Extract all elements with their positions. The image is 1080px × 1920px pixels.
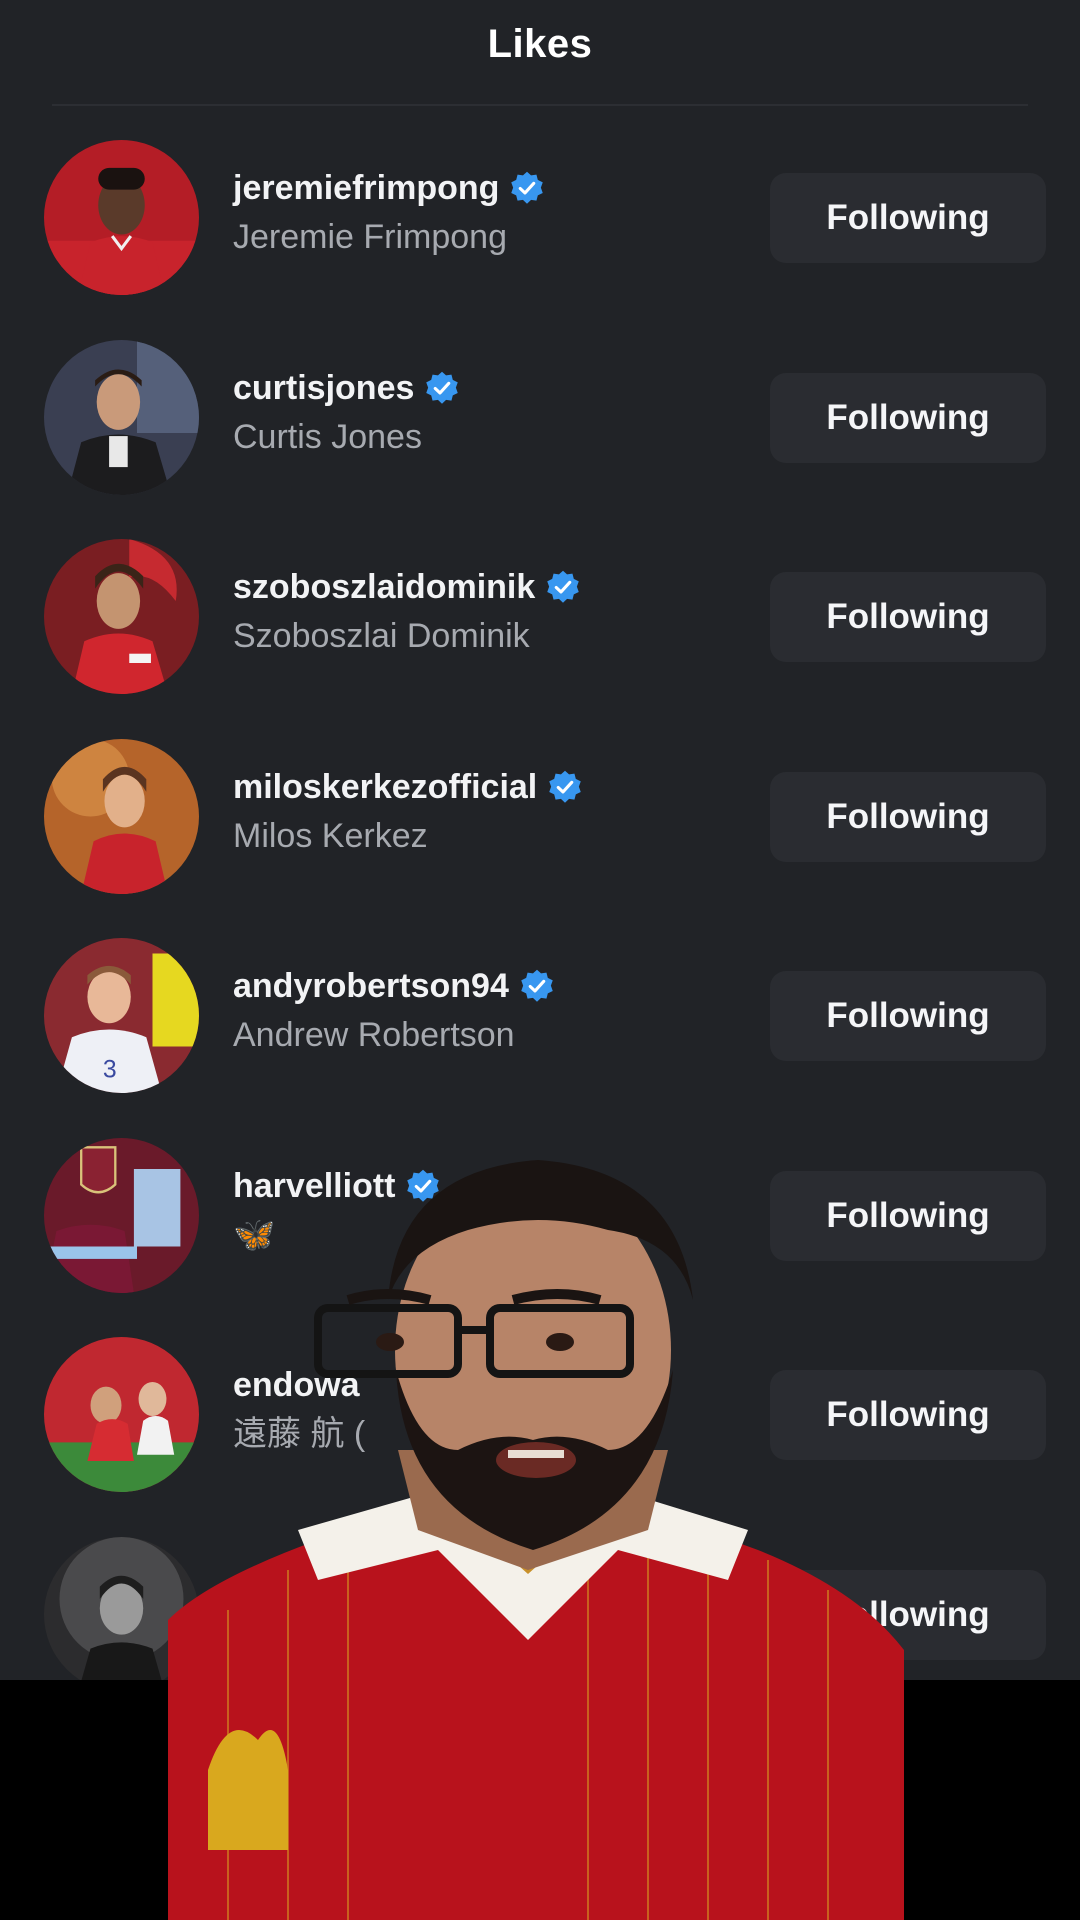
header: Likes xyxy=(0,0,1080,100)
user-names: andyrobertson94 Andrew Robertson xyxy=(233,965,555,1056)
list-item[interactable]: miloskerkezofficial Milos Kerkez Followi… xyxy=(0,736,1080,936)
username[interactable]: jeremiefrimpong xyxy=(233,167,499,209)
following-button[interactable]: Following xyxy=(770,372,1046,463)
following-button[interactable]: Following xyxy=(770,173,1046,263)
verified-badge-icon xyxy=(424,370,460,406)
following-button[interactable]: Following xyxy=(770,971,1046,1061)
full-name: Curtis Jones xyxy=(233,417,422,456)
full-name: Milos Kerkez xyxy=(233,816,428,855)
verified-badge-icon xyxy=(545,569,581,605)
avatar[interactable] xyxy=(44,339,199,495)
following-button[interactable]: Following xyxy=(770,572,1046,662)
full-name: Szoboszlai Dominik xyxy=(233,617,530,655)
avatar[interactable] xyxy=(44,738,199,894)
following-button[interactable]: Following xyxy=(770,771,1046,862)
list-item[interactable]: jeremiefrimpong Jeremie Frimpong Followi… xyxy=(0,137,1080,337)
svg-text:3: 3 xyxy=(103,1057,117,1084)
avatar[interactable] xyxy=(44,140,199,295)
full-name: Jeremie Frimpong xyxy=(233,218,507,256)
user-names: curtisjones Curtis Jones xyxy=(233,367,460,458)
person-overlay-icon xyxy=(168,1150,904,1920)
list-item[interactable]: curtisjones Curtis Jones Following xyxy=(0,337,1080,537)
username[interactable]: curtisjones xyxy=(233,367,414,409)
username[interactable]: szoboszlaidominik xyxy=(233,566,535,608)
full-name: Andrew Robertson xyxy=(233,1016,515,1054)
page-title: Likes xyxy=(487,21,593,66)
username[interactable]: andyrobertson94 xyxy=(233,965,509,1007)
user-names: jeremiefrimpong Jeremie Frimpong xyxy=(233,167,545,258)
user-names: miloskerkezofficial Milos Kerkez xyxy=(233,766,583,857)
list-item[interactable]: szoboszlaidominik Szoboszlai Dominik Fol… xyxy=(0,536,1080,736)
verified-badge-icon xyxy=(547,769,583,805)
user-names: szoboszlaidominik Szoboszlai Dominik xyxy=(233,566,581,657)
verified-badge-icon xyxy=(509,170,545,206)
avatar[interactable] xyxy=(44,539,199,694)
header-divider xyxy=(52,104,1028,106)
avatar[interactable]: 3 xyxy=(44,938,199,1093)
username[interactable]: miloskerkezofficial xyxy=(233,766,537,808)
list-item[interactable]: 3 andyrobertson94 Andrew Robertson Follo… xyxy=(0,935,1080,1135)
verified-badge-icon xyxy=(519,968,555,1004)
